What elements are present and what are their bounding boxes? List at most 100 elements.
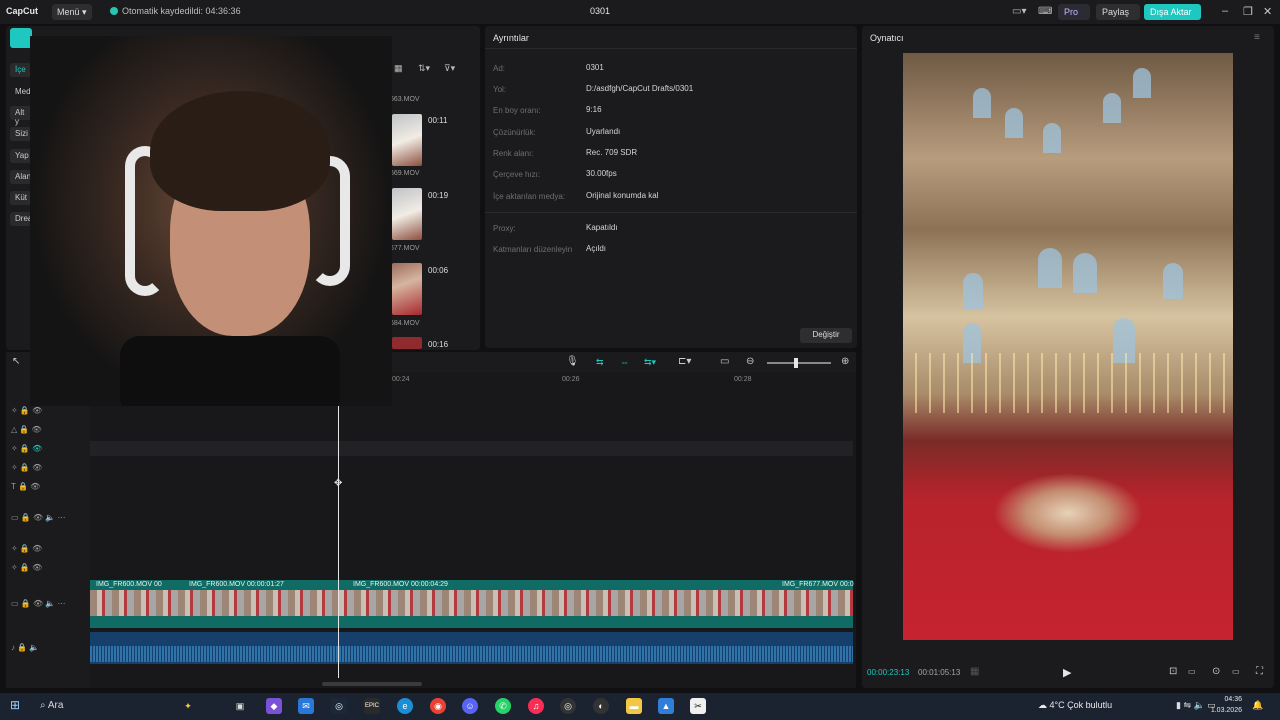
clip-label: IMG_FR600.MOV 00:00:04:29 bbox=[353, 581, 448, 588]
clip-duration: 00:06 bbox=[428, 266, 449, 275]
sidebar-item-library[interactable]: Küt bbox=[10, 191, 32, 205]
playhead[interactable] bbox=[338, 404, 339, 678]
effect-track-icon: ✧ 🔒 👁 bbox=[11, 463, 43, 472]
sidebar-item-dreamina[interactable]: Drea bbox=[10, 212, 32, 226]
menu-label: Menü bbox=[57, 7, 80, 17]
ruler-tick: 00:28 bbox=[734, 376, 752, 383]
select-cursor-icon[interactable]: ↖ bbox=[12, 356, 20, 367]
audio-waveform bbox=[90, 646, 853, 662]
zoom-out-icon[interactable]: ⊖ bbox=[746, 356, 754, 367]
player-menu-icon[interactable]: ≡ bbox=[1254, 32, 1260, 43]
clip-label: IMG_FR677.MOV 00:0 bbox=[782, 581, 854, 588]
epic-games-icon[interactable]: EPIC bbox=[364, 698, 380, 714]
zoom-fit-icon[interactable]: ⊙ bbox=[1212, 666, 1220, 677]
weather-text: 4°C Çok bulutlu bbox=[1049, 700, 1113, 710]
zoom-slider[interactable] bbox=[767, 362, 831, 364]
divider bbox=[485, 48, 857, 49]
overlay-track-icon: ▭ 🔒 👁 🔈 ⋯ bbox=[11, 513, 66, 522]
play-icon[interactable]: ▶ bbox=[1063, 666, 1071, 679]
fullscreen-icon[interactable]: ⛶ bbox=[1256, 666, 1263, 677]
sidebar-item-ai[interactable]: Yap bbox=[10, 149, 32, 163]
pro-button[interactable]: Pro bbox=[1058, 4, 1090, 20]
clip-label: IMG_FR600.MOV 00 bbox=[96, 581, 162, 588]
notification-icon[interactable]: 🔔 bbox=[1252, 700, 1263, 711]
effect-track-icon: ✧ 🔒 👁 bbox=[11, 544, 43, 553]
sidebar-item-import[interactable]: İçe bbox=[10, 63, 32, 77]
webcam-overlay bbox=[30, 36, 392, 406]
filter-track-icon: △ 🔒 👁 bbox=[11, 425, 42, 434]
selected-track-row bbox=[90, 441, 853, 456]
caption-icon[interactable]: ▭ bbox=[720, 356, 729, 367]
window-graphic bbox=[1103, 93, 1121, 123]
video-preview[interactable] bbox=[903, 53, 1233, 640]
task-view-icon[interactable]: ▣ bbox=[232, 698, 248, 714]
minimize-icon[interactable]: – bbox=[1222, 5, 1228, 17]
current-time: 00:00:23:13 bbox=[867, 668, 910, 677]
preview-axis-icon[interactable]: ⇆▾ bbox=[644, 357, 656, 368]
change-button[interactable]: Değiştir bbox=[800, 328, 852, 343]
media-tab-icon[interactable] bbox=[10, 28, 32, 48]
quality-icon[interactable]: ▭ bbox=[1188, 667, 1196, 676]
clip-thumbnail[interactable] bbox=[392, 114, 422, 166]
grid-view-icon[interactable]: ▦ bbox=[394, 63, 403, 74]
zoom-slider-handle[interactable] bbox=[794, 358, 798, 368]
photos-icon[interactable]: ▲ bbox=[658, 698, 674, 714]
outlook-icon[interactable]: ✉ bbox=[298, 698, 314, 714]
shortcuts-icon[interactable]: ⌨ bbox=[1038, 6, 1052, 17]
clip-filmstrip bbox=[90, 590, 853, 616]
music-icon[interactable]: ♫ bbox=[528, 698, 544, 714]
capcut-icon[interactable]: ✂ bbox=[690, 698, 706, 714]
magnet-icon[interactable]: ⇆ bbox=[596, 357, 604, 368]
autosave-status: Otomatik kaydedildi: 04:36:36 bbox=[110, 6, 241, 16]
whatsapp-icon[interactable]: ✆ bbox=[495, 698, 511, 714]
detail-value: 30.00fps bbox=[586, 169, 617, 178]
link-icon[interactable]: ⇔ bbox=[620, 357, 629, 367]
detail-value: 0301 bbox=[586, 63, 604, 72]
timeline-scrollbar[interactable] bbox=[322, 682, 422, 686]
zoom-in-icon[interactable]: ⊕ bbox=[841, 356, 849, 367]
discord-icon[interactable]: ☺ bbox=[462, 698, 478, 714]
sticker-track-icon: ✧ 🔒 👁 bbox=[11, 444, 43, 453]
maximize-icon[interactable]: ❐ bbox=[1243, 5, 1253, 18]
clip-thumbnail[interactable] bbox=[392, 188, 422, 240]
clip-thumbnail[interactable] bbox=[392, 337, 422, 349]
autosave-text: Otomatik kaydedildi: 04:36:36 bbox=[122, 6, 241, 16]
sidebar-item-space[interactable]: Alan bbox=[10, 170, 32, 184]
menu-button[interactable]: Menü ▾ bbox=[52, 4, 92, 20]
close-icon[interactable]: ✕ bbox=[1263, 5, 1272, 18]
clip-duration: 00:11 bbox=[428, 116, 448, 125]
sort-icon[interactable]: ⇅▾ bbox=[418, 63, 430, 74]
sidebar-item-yours[interactable]: Sizi bbox=[10, 127, 32, 141]
file-explorer-icon[interactable]: ▬ bbox=[626, 698, 642, 714]
playhead-handle-icon[interactable]: ✥ bbox=[334, 478, 342, 489]
frame-grid-icon[interactable]: ▦ bbox=[970, 666, 979, 677]
share-button[interactable]: Paylaş bbox=[1096, 4, 1140, 20]
obs-icon[interactable]: ◐ bbox=[593, 698, 609, 714]
weather-widget[interactable]: ☁ 4°C Çok bulutlu bbox=[1038, 700, 1112, 711]
app-icon[interactable]: ◎ bbox=[560, 698, 576, 714]
layout-icon[interactable]: ▭▾ bbox=[1012, 6, 1026, 17]
chandelier-lights bbox=[903, 353, 1233, 413]
filter-icon[interactable]: ⊽▾ bbox=[444, 63, 455, 74]
ratio-icon[interactable]: ▭ bbox=[1232, 667, 1240, 676]
steam-icon[interactable]: ◎ bbox=[331, 698, 347, 714]
split-icon[interactable]: ⊏▾ bbox=[678, 356, 691, 367]
copilot-sparkle-icon[interactable]: ✦ bbox=[180, 698, 196, 714]
clip-duration: 00:16 bbox=[428, 340, 449, 349]
windows-start-icon[interactable]: ⊞ bbox=[10, 699, 22, 711]
clock-time[interactable]: 04:36 bbox=[1210, 696, 1242, 703]
main-track-icon: ▭ 🔒 👁 🔈 ⋯ bbox=[11, 599, 66, 608]
crop-icon[interactable]: ⊡ bbox=[1169, 666, 1177, 677]
sidebar-item-subtitle[interactable]: Alt y bbox=[10, 106, 32, 126]
clock-date[interactable]: 1.03.2026 bbox=[1200, 707, 1242, 714]
sidebar-item-media[interactable]: Med bbox=[10, 85, 32, 99]
chrome-icon[interactable]: ◉ bbox=[430, 698, 446, 714]
export-button[interactable]: Dışa Aktar bbox=[1144, 4, 1201, 20]
edge-icon[interactable]: e bbox=[397, 698, 413, 714]
detail-label: Proxy: bbox=[493, 224, 516, 233]
microphone-icon[interactable]: 🎙 bbox=[566, 356, 579, 367]
clip-thumbnail[interactable] bbox=[392, 263, 422, 315]
hair-graphic bbox=[150, 91, 330, 211]
detail-value: Uyarlandı bbox=[586, 127, 621, 136]
copilot-icon[interactable]: ◆ bbox=[266, 698, 282, 714]
